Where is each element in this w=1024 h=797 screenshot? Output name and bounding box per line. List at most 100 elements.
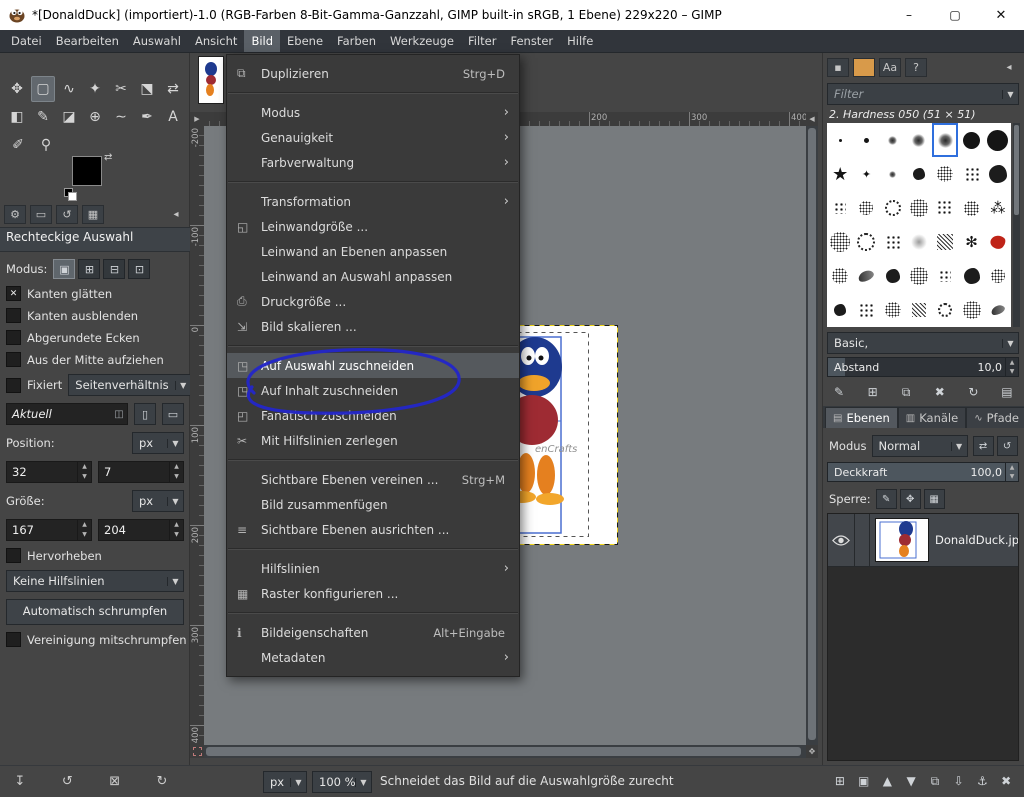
hervorheben-checkbox[interactable] xyxy=(6,548,21,563)
move-tool[interactable]: ✥ xyxy=(5,76,29,102)
menu-item-leinwand-an-auswahl-anpassen[interactable]: Leinwand an Auswahl anpassen xyxy=(227,264,519,289)
brush-cell-34[interactable] xyxy=(985,259,1011,293)
size-height-input[interactable]: 204 xyxy=(98,519,184,541)
brush-cell-23[interactable] xyxy=(880,225,906,259)
menu-item-bild-zusammenfuegen[interactable]: Bild zusammenfügen xyxy=(227,492,519,517)
brush-cell-38[interactable] xyxy=(906,293,932,327)
layer-mode-select[interactable]: Normal xyxy=(872,435,968,457)
position-y-input[interactable]: 7 xyxy=(98,461,184,483)
fuzzy-select-tool[interactable]: ✦ xyxy=(83,76,107,102)
fixiert-checkbox[interactable] xyxy=(6,378,21,393)
menu-item-sichtbare-ebenen-ausrichten[interactable]: ≡Sichtbare Ebenen ausrichten ... xyxy=(227,517,519,542)
brush-cell-30[interactable] xyxy=(880,259,906,293)
fixiert-select[interactable]: Seitenverhältnis xyxy=(68,374,191,396)
brush-cell-18[interactable] xyxy=(932,191,958,225)
menu-item-fanatisch-zuschneiden[interactable]: ◰Fanatisch zuschneiden xyxy=(227,403,519,428)
pencil-tool[interactable]: ✎ xyxy=(31,104,55,130)
vertical-scrollbar[interactable] xyxy=(806,126,818,745)
new-layer-button[interactable]: ⊞ xyxy=(828,771,852,791)
menu-auswahl[interactable]: Auswahl xyxy=(126,30,188,52)
menu-fenster[interactable]: Fenster xyxy=(503,30,560,52)
menu-datei[interactable]: Datei xyxy=(4,30,49,52)
merge-down-button[interactable]: ⇩ xyxy=(947,771,971,791)
brush-cell-28[interactable] xyxy=(827,259,853,293)
menu-item-farbverwaltung[interactable]: Farbverwaltung› xyxy=(227,150,519,175)
brush-cell-41[interactable] xyxy=(985,293,1011,327)
menu-item-transformation[interactable]: Transformation› xyxy=(227,189,519,214)
duplicate-layer-button[interactable]: ⧉ xyxy=(923,771,947,791)
size-unit-select[interactable]: px xyxy=(132,490,184,512)
anchor-layer-button[interactable]: ⚓ xyxy=(971,771,995,791)
brush-cell-36[interactable] xyxy=(853,293,879,327)
brush-cell-11[interactable] xyxy=(932,157,958,191)
close-button[interactable]: ✕ xyxy=(978,0,1024,30)
edit-brush-button[interactable]: ✎ xyxy=(827,382,851,402)
save-preset-button[interactable]: ↧ xyxy=(8,771,32,791)
brush-cell-24[interactable] xyxy=(906,225,932,259)
mode-intersect-button[interactable]: ⊡ xyxy=(128,259,150,279)
brush-cell-9[interactable] xyxy=(880,157,906,191)
brush-cell-17[interactable] xyxy=(906,191,932,225)
new-group-button[interactable]: ▣ xyxy=(852,771,876,791)
zoom-tool[interactable]: ⚲ xyxy=(33,132,59,158)
mode-replace-button[interactable]: ▣ xyxy=(53,259,75,279)
menu-item-druckgroesse[interactable]: ⎙Druckgröße ... xyxy=(227,289,519,314)
spinner[interactable] xyxy=(1005,463,1018,481)
checkbox[interactable] xyxy=(6,286,21,301)
brush-cell-1[interactable] xyxy=(853,123,879,157)
brush-cell-29[interactable] xyxy=(853,259,879,293)
brushes-dialog-tab[interactable]: ▪ xyxy=(827,58,849,77)
checkbox[interactable] xyxy=(6,308,21,323)
lower-layer-button[interactable]: ▼ xyxy=(899,771,923,791)
layer-opacity-slider[interactable]: Deckkraft 100,0 xyxy=(827,462,1019,482)
brush-cell-12[interactable] xyxy=(958,157,984,191)
brush-spacing-slider[interactable]: Abstand 10,0 xyxy=(827,357,1019,377)
spinner[interactable] xyxy=(77,462,91,482)
menu-item-bildeigenschaften[interactable]: ℹBildeigenschaftenAlt+Eingabe xyxy=(227,620,519,645)
chain-icon[interactable]: ◫ xyxy=(111,409,127,420)
shrink-merged-checkbox[interactable] xyxy=(6,632,21,647)
foreground-color-swatch[interactable] xyxy=(72,156,102,186)
brush-cell-7[interactable]: ★ xyxy=(827,157,853,191)
mode-add-button[interactable]: ⊞ xyxy=(78,259,100,279)
option-abgerundete-ecken[interactable]: Abgerundete Ecken xyxy=(6,330,184,345)
menu-item-modus[interactable]: Modus› xyxy=(227,100,519,125)
ink-tool[interactable]: ✒ xyxy=(135,104,159,130)
menu-item-auf-auswahl-zuschneiden[interactable]: ◳Auf Auswahl zuschneiden xyxy=(227,353,519,378)
images-tab[interactable]: ▦ xyxy=(82,205,104,224)
eraser-tool[interactable]: ◪ xyxy=(57,104,81,130)
brush-cell-20[interactable]: ⁂ xyxy=(985,191,1011,225)
menu-ebene[interactable]: Ebene xyxy=(280,30,330,52)
menu-item-leinwand-an-ebenen-anpassen[interactable]: Leinwand an Ebenen anpassen xyxy=(227,239,519,264)
horizontal-scrollbar[interactable] xyxy=(204,745,806,758)
mode-reset-button[interactable]: ↺ xyxy=(997,436,1018,456)
undo-history-tab[interactable]: ↺ xyxy=(56,205,78,224)
tab-pfade[interactable]: ∿Pfade xyxy=(966,407,1024,428)
brush-cell-16[interactable] xyxy=(880,191,906,225)
bucket-fill-tool[interactable]: ◧ xyxy=(5,104,29,130)
clone-tool[interactable]: ⊕ xyxy=(83,104,107,130)
flip-tool[interactable]: ⇄ xyxy=(161,76,185,102)
delete-layer-button[interactable]: ✖ xyxy=(994,771,1018,791)
lock-alpha-button[interactable]: ▦ xyxy=(924,489,945,509)
option-aus-der-mitte-aufziehen[interactable]: Aus der Mitte aufziehen xyxy=(6,352,184,367)
brush-cell-19[interactable] xyxy=(958,191,984,225)
menu-farben[interactable]: Farben xyxy=(330,30,383,52)
navigation-button[interactable] xyxy=(806,745,818,758)
menu-hilfe[interactable]: Hilfe xyxy=(560,30,600,52)
menu-filter[interactable]: Filter xyxy=(461,30,503,52)
brush-cell-33[interactable] xyxy=(958,259,984,293)
lock-pixels-button[interactable]: ✎ xyxy=(876,489,897,509)
brush-cell-13[interactable] xyxy=(985,157,1011,191)
spinner[interactable] xyxy=(169,520,183,540)
brush-cell-40[interactable] xyxy=(958,293,984,327)
brush-cell-15[interactable] xyxy=(853,191,879,225)
option-shrink-merged[interactable]: Vereinigung mitschrumpfen xyxy=(6,632,184,647)
tool-options-tab[interactable]: ⚙ xyxy=(4,205,26,224)
brush-cell-10[interactable] xyxy=(906,157,932,191)
delete-brush-button[interactable]: ✖ xyxy=(928,382,952,402)
dock-menu-button[interactable]: ◂ xyxy=(166,206,186,223)
brush-cell-14[interactable] xyxy=(827,191,853,225)
option-kanten-ausblenden[interactable]: Kanten ausblenden xyxy=(6,308,184,323)
rectangle-select-tool[interactable]: ▢ xyxy=(31,76,55,102)
